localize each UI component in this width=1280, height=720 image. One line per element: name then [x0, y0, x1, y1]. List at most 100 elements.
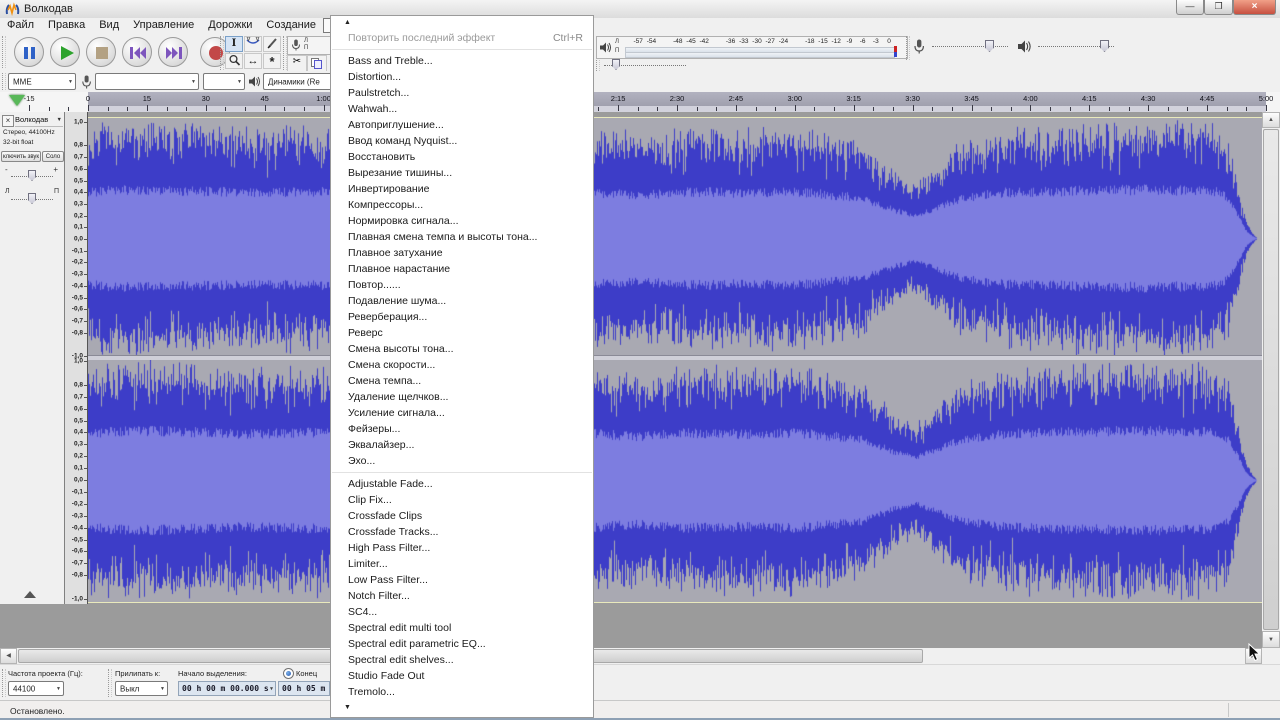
menu-scroll-up[interactable]: ▲: [331, 16, 593, 30]
menu-item-Удаление-щелчков-[interactable]: Удаление щелчков...: [331, 389, 593, 405]
menu-item-Эквалайзер-[interactable]: Эквалайзер...: [331, 437, 593, 453]
menu-item-Смена-скорости-[interactable]: Смена скорости...: [331, 357, 593, 373]
playback-meter[interactable]: Л П -57-54-48-45-42-36-33-30-27-24-18-15…: [596, 36, 908, 59]
zoom-tool-button[interactable]: [225, 53, 243, 69]
selection-end-radio[interactable]: [283, 668, 294, 679]
menu-item-Bass-and-Treble-[interactable]: Bass and Treble...: [331, 53, 593, 69]
menu-item-Paulstretch-[interactable]: Paulstretch...: [331, 85, 593, 101]
selection-end-field[interactable]: 00 h 05 m: [278, 681, 330, 696]
input-channels-combo[interactable]: ▼: [203, 73, 245, 90]
menu-item-Плавное-затухание[interactable]: Плавное затухание: [331, 245, 593, 261]
menu-item-Автоприглушение-[interactable]: Автоприглушение...: [331, 117, 593, 133]
menu-item-Смена-темпа-[interactable]: Смена темпа...: [331, 373, 593, 389]
play-speed-slider-thumb[interactable]: [612, 59, 620, 70]
menu-item-Low-Pass-Filter-[interactable]: Low Pass Filter...: [331, 572, 593, 588]
cut-button[interactable]: ✂: [287, 55, 307, 72]
multi-tool-button[interactable]: *: [263, 53, 281, 69]
menubar-item-Создание[interactable]: Создание: [259, 18, 323, 33]
tools-toolbar-grip[interactable]: [220, 36, 224, 70]
menu-item-Clip-Fix-[interactable]: Clip Fix...: [331, 492, 593, 508]
track-title-menu[interactable]: Волкодав ▼: [15, 115, 63, 127]
scroll-down-button[interactable]: ▼: [1262, 631, 1280, 648]
menubar-item-Вид[interactable]: Вид: [92, 18, 126, 33]
menu-item-Crossfade-Tracks-[interactable]: Crossfade Tracks...: [331, 524, 593, 540]
restore-button[interactable]: ❐: [1204, 0, 1233, 15]
gain-slider-thumb[interactable]: [28, 170, 36, 181]
menu-item-Реверберация-[interactable]: Реверберация...: [331, 309, 593, 325]
channel-divider[interactable]: [88, 355, 1262, 360]
vertical-scroll-thumb[interactable]: [1263, 129, 1279, 630]
menu-item-SC4-[interactable]: SC4...: [331, 604, 593, 620]
pause-button[interactable]: [14, 37, 44, 67]
audio-host-combo[interactable]: MME▼: [8, 73, 76, 90]
menu-item-Adjustable-Fade-[interactable]: Adjustable Fade...: [331, 476, 593, 492]
menu-item-Studio-Fade-Out[interactable]: Studio Fade Out: [331, 668, 593, 684]
menu-item-Плавная-смена-темпа-и-высоты-тона-[interactable]: Плавная смена темпа и высоты тона...: [331, 229, 593, 245]
track-collapse-arrow-icon[interactable]: [24, 591, 36, 598]
vertical-ruler[interactable]: 1,00,80,70,60,50,40,30,20,10,0-0,1-0,2-0…: [65, 112, 88, 604]
close-button[interactable]: ×: [1233, 0, 1276, 15]
timeline-ruler[interactable]: -1501530451:001:151:301:452:002:152:302:…: [0, 92, 1280, 112]
menu-item-High-Pass-Filter-[interactable]: High Pass Filter...: [331, 540, 593, 556]
menu-item-Ввод-команд-Nyquist-[interactable]: Ввод команд Nyquist...: [331, 133, 593, 149]
transport-toolbar-grip[interactable]: [2, 36, 6, 68]
menu-item-Spectral-edit-shelves-[interactable]: Spectral edit shelves...: [331, 652, 593, 668]
skip-to-end-button[interactable]: [158, 37, 188, 67]
solo-button[interactable]: Соло: [42, 151, 64, 162]
menubar-item-Файл[interactable]: Файл: [0, 18, 41, 33]
project-rate-combo[interactable]: 44100▼: [8, 681, 64, 696]
mute-button[interactable]: ключить звук: [1, 151, 41, 162]
mixer-toolbar-grip[interactable]: [906, 36, 910, 60]
speed-toolbar-grip[interactable]: [596, 60, 600, 71]
stop-button[interactable]: [86, 37, 116, 67]
menu-item-Wahwah-[interactable]: Wahwah...: [331, 101, 593, 117]
scroll-left-button[interactable]: ◀: [0, 648, 17, 664]
menu-item-Инвертирование[interactable]: Инвертирование: [331, 181, 593, 197]
horizontal-scrollbar[interactable]: ◀ ▶: [0, 648, 1262, 664]
menu-item-Подавление-шума-[interactable]: Подавление шума...: [331, 293, 593, 309]
menu-item-Повторить-последний-эффект[interactable]: Повторить последний эффектCtrl+R: [331, 30, 593, 46]
menu-item-Вырезание-тишины-[interactable]: Вырезание тишины...: [331, 165, 593, 181]
menu-item-Фейзеры-[interactable]: Фейзеры...: [331, 421, 593, 437]
menu-item-Spectral-edit-parametric-EQ-[interactable]: Spectral edit parametric EQ...: [331, 636, 593, 652]
play-button[interactable]: [50, 37, 80, 67]
recording-volume-slider-track[interactable]: [932, 46, 1008, 48]
menubar-item-Правка[interactable]: Правка: [41, 18, 92, 33]
selection-start-field[interactable]: 00 h 00 m 00.000 s ▼: [178, 681, 276, 696]
menu-item-Limiter-[interactable]: Limiter...: [331, 556, 593, 572]
selection-tool-button[interactable]: I: [225, 36, 243, 52]
input-device-combo[interactable]: ▼: [95, 73, 199, 90]
menu-item-Смена-высоты-тона-[interactable]: Смена высоты тона...: [331, 341, 593, 357]
recording-volume-slider-thumb[interactable]: [985, 40, 994, 52]
menu-item-Реверс[interactable]: Реверс: [331, 325, 593, 341]
selection-toolbar-grip[interactable]: [2, 669, 6, 697]
menu-item-Повтор-[interactable]: Повтор......: [331, 277, 593, 293]
menubar-item-Управление[interactable]: Управление: [126, 18, 201, 33]
quick-play-pin-icon[interactable]: [9, 95, 25, 106]
copy-button[interactable]: [307, 55, 327, 72]
draw-tool-button[interactable]: [263, 36, 281, 52]
menu-item-Компрессоры-[interactable]: Компрессоры...: [331, 197, 593, 213]
skip-to-start-button[interactable]: [122, 37, 152, 67]
menu-item-Tremolo-[interactable]: Tremolo...: [331, 684, 593, 700]
time-shift-tool-button[interactable]: ↔: [244, 53, 262, 69]
menu-item-Notch-Filter-[interactable]: Notch Filter...: [331, 588, 593, 604]
minimize-button[interactable]: —: [1176, 0, 1204, 15]
playback-volume-slider-thumb[interactable]: [1100, 40, 1109, 52]
menu-item-Spectral-edit-multi-tool[interactable]: Spectral edit multi tool: [331, 620, 593, 636]
envelope-tool-button[interactable]: [244, 36, 262, 52]
snap-to-combo[interactable]: Выкл▼: [115, 681, 168, 696]
selbar-grip-2[interactable]: [108, 669, 112, 697]
menu-item-Плавное-нарастание[interactable]: Плавное нарастание: [331, 261, 593, 277]
menu-item-Восстановить[interactable]: Восстановить: [331, 149, 593, 165]
scroll-up-button[interactable]: ▲: [1262, 112, 1280, 128]
device-toolbar-grip[interactable]: [2, 73, 6, 90]
vertical-scrollbar[interactable]: ▲ ▼: [1262, 112, 1280, 648]
menubar-item-Дорожки[interactable]: Дорожки: [201, 18, 259, 33]
menu-item-Усиление-сигнала-[interactable]: Усиление сигнала...: [331, 405, 593, 421]
track-close-button[interactable]: ×: [2, 115, 14, 127]
menu-item-Нормировка-сигнала-[interactable]: Нормировка сигнала...: [331, 213, 593, 229]
menu-item-Эхо-[interactable]: Эхо...: [331, 453, 593, 469]
menu-item-Crossfade-Clips[interactable]: Crossfade Clips: [331, 508, 593, 524]
menu-item-Distortion-[interactable]: Distortion...: [331, 69, 593, 85]
